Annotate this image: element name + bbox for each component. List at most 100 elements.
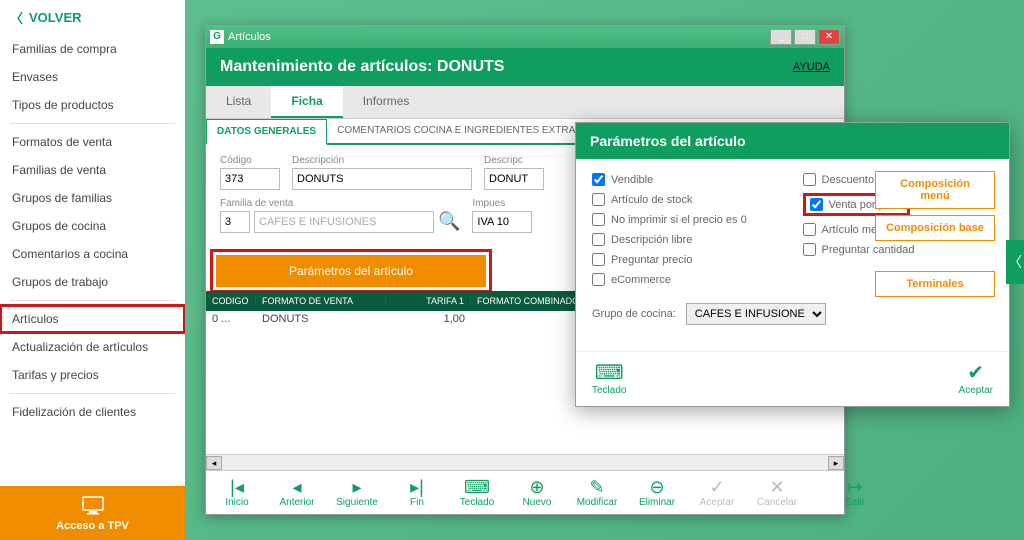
sidebar-item-familias-de-venta[interactable]: Familias de venta <box>0 156 185 184</box>
sidebar-item-fidelización-de-clientes[interactable]: Fidelización de clientes <box>0 398 185 426</box>
window-titlebar[interactable]: G Artículos _ □ ✕ <box>206 26 844 48</box>
main-tabs: ListaFichaInformes <box>206 86 844 119</box>
codigo-label: Código <box>220 155 280 166</box>
close-button[interactable]: ✕ <box>818 29 840 45</box>
subtab-comentarios-cocina-e-ingredientes-extra[interactable]: COMENTARIOS COCINA E INGREDIENTES EXTRA <box>327 119 585 143</box>
tab-informes[interactable]: Informes <box>343 86 430 118</box>
modificar-button[interactable]: ✎Modificar <box>576 477 618 508</box>
scroll-left-button[interactable]: ◂ <box>206 456 222 470</box>
cell-combinado <box>471 313 591 329</box>
tpv-access-button[interactable]: Acceso a TPV <box>0 486 185 540</box>
tab-lista[interactable]: Lista <box>206 86 271 118</box>
sidebar-item-tipos-de-productos[interactable]: Tipos de productos <box>0 91 185 119</box>
sidebar-item-familias-de-compra[interactable]: Familias de compra <box>0 35 185 63</box>
modificar-icon: ✎ <box>589 477 604 497</box>
scroll-right-button[interactable]: ▸ <box>828 456 844 470</box>
teclado-button[interactable]: ⌨Teclado <box>456 477 498 508</box>
sidebar-item-tarifas-y-precios[interactable]: Tarifas y precios <box>0 361 185 389</box>
check-no-imprimir-si-el-precio-es-0[interactable]: No imprimir si el precio es 0 <box>592 213 783 226</box>
modal-title: Parámetros del artículo <box>576 123 1009 159</box>
eliminar-button[interactable]: ⊖Eliminar <box>636 477 678 508</box>
page-title: Mantenimiento de artículos: DONUTS <box>220 58 504 76</box>
sidebar-item-grupos-de-trabajo[interactable]: Grupos de trabajo <box>0 268 185 296</box>
header-bar: Mantenimiento de artículos: DONUTS AYUDA <box>206 48 844 86</box>
composición-menú-button[interactable]: Composición menú <box>875 171 995 209</box>
impuesto-input[interactable] <box>472 211 532 233</box>
teclado-button[interactable]: ⌨ Teclado <box>592 360 626 396</box>
aceptar-button[interactable]: ✔ Aceptar <box>959 360 993 396</box>
grid-header-codigo: CODIGO <box>206 296 256 306</box>
window-title: Artículos <box>228 31 770 43</box>
chevron-left-icon: 〈 <box>1008 252 1022 272</box>
sidebar-item-grupos-de-familias[interactable]: Grupos de familias <box>0 184 185 212</box>
parametros-modal: Parámetros del artículo Vendible Artículo… <box>575 122 1010 407</box>
tab-ficha[interactable]: Ficha <box>271 86 342 118</box>
eliminar-icon: ⊖ <box>649 477 664 497</box>
grupo-cocina-select[interactable]: CAFES E INFUSIONES <box>686 303 826 325</box>
minimize-button[interactable]: _ <box>770 29 792 45</box>
horizontal-scrollbar[interactable]: ◂ ▸ <box>206 454 844 470</box>
desc2-label: Descripc <box>484 155 544 166</box>
terminales-button[interactable]: Terminales <box>875 271 995 297</box>
search-icon[interactable]: 🔍 <box>438 211 460 233</box>
check-circle-icon: ✔ <box>967 360 984 385</box>
tpv-label: Acceso a TPV <box>56 520 129 532</box>
aceptar-icon: ✓ <box>709 477 724 497</box>
cell-tarifa: 1,00 <box>386 313 471 329</box>
cell-codigo: 0 ... <box>206 313 256 329</box>
cell-formato: DONUTS <box>256 313 386 329</box>
side-drawer-handle[interactable]: 〈 <box>1006 240 1024 284</box>
codigo-input[interactable] <box>220 168 280 190</box>
aceptar-label: Aceptar <box>959 385 993 396</box>
check-artículo-de-stock[interactable]: Artículo de stock <box>592 193 783 206</box>
sidebar-item-artículos[interactable]: Artículos <box>0 305 185 333</box>
cancelar-button: ✕Cancelar <box>756 477 798 508</box>
cancelar-icon: ✕ <box>769 477 784 497</box>
salir-button[interactable]: ↦Salir <box>834 477 876 508</box>
impuesto-label: Impues <box>472 198 532 209</box>
anterior-button[interactable]: ◂Anterior <box>276 477 318 508</box>
familia-name-input[interactable] <box>254 211 434 233</box>
composición-base-button[interactable]: Composición base <box>875 215 995 241</box>
parametros-button[interactable]: Parámetros del artículo <box>216 255 486 287</box>
desc-label: Descripción <box>292 155 472 166</box>
salir-icon: ↦ <box>847 477 862 497</box>
sidebar: 〈 VOLVER Familias de compraEnvasesTipos … <box>0 0 185 540</box>
grid-header-formato: FORMATO DE VENTA <box>256 296 386 306</box>
back-label: VOLVER <box>29 10 82 25</box>
nuevo-button[interactable]: ⊕Nuevo <box>516 477 558 508</box>
desc-input[interactable] <box>292 168 472 190</box>
sidebar-item-grupos-de-cocina[interactable]: Grupos de cocina <box>0 212 185 240</box>
maximize-button[interactable]: □ <box>794 29 816 45</box>
familia-label: Familia de venta <box>220 198 460 209</box>
aceptar-button: ✓Aceptar <box>696 477 738 508</box>
sidebar-item-formatos-de-venta[interactable]: Formatos de venta <box>0 128 185 156</box>
check-vendible[interactable]: Vendible <box>592 173 783 186</box>
fin-button[interactable]: ▸|Fin <box>396 477 438 508</box>
siguiente-icon: ▸ <box>352 477 361 497</box>
desc2-input[interactable] <box>484 168 544 190</box>
fin-icon: ▸| <box>410 477 424 497</box>
sidebar-item-envases[interactable]: Envases <box>0 63 185 91</box>
help-link[interactable]: AYUDA <box>793 61 830 73</box>
inicio-button[interactable]: |◂Inicio <box>216 477 258 508</box>
teclado-icon: ⌨ <box>464 477 490 497</box>
grid-header-combinado: FORMATO COMBINADO <box>471 296 591 306</box>
check-ecommerce[interactable]: eCommerce <box>592 273 783 286</box>
check-preguntar-precio[interactable]: Preguntar precio <box>592 253 783 266</box>
familia-code-input[interactable] <box>220 211 250 233</box>
chevron-left-icon: 〈 <box>10 8 23 27</box>
app-icon: G <box>210 30 224 44</box>
grupo-cocina-label: Grupo de cocina: <box>592 308 676 320</box>
keyboard-icon: ⌨ <box>595 360 624 385</box>
sidebar-item-actualización-de-artículos[interactable]: Actualización de artículos <box>0 333 185 361</box>
check-descripción-libre[interactable]: Descripción libre <box>592 233 783 246</box>
sidebar-item-comentarios-a-cocina[interactable]: Comentarios a cocina <box>0 240 185 268</box>
back-button[interactable]: 〈 VOLVER <box>0 0 185 35</box>
nuevo-icon: ⊕ <box>529 477 544 497</box>
subtab-datos-generales[interactable]: DATOS GENERALES <box>206 119 327 145</box>
teclado-label: Teclado <box>592 385 626 396</box>
anterior-icon: ◂ <box>292 477 301 497</box>
siguiente-button[interactable]: ▸Siguiente <box>336 477 378 508</box>
monitor-icon <box>80 496 106 516</box>
